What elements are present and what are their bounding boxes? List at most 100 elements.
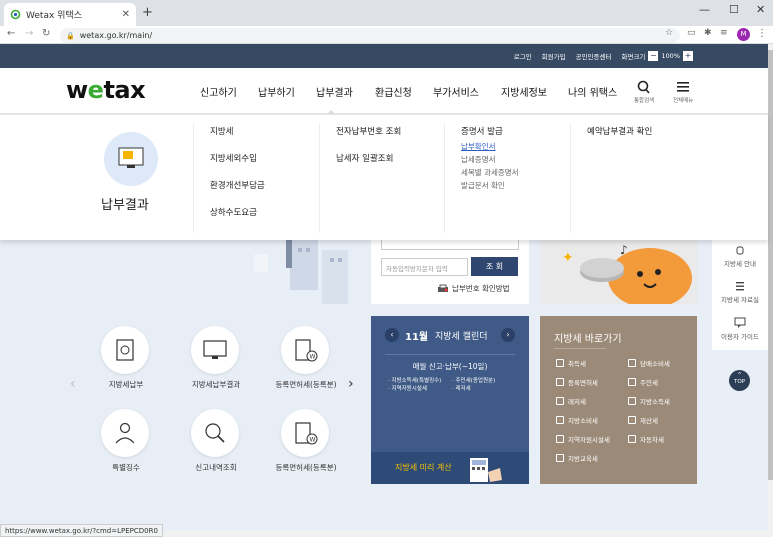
quick-registration-tax-2[interactable]: W	[281, 409, 329, 457]
bookmark-star-icon[interactable]: ☆	[665, 28, 673, 38]
cert-center-link[interactable]: 공인인증센터	[576, 51, 612, 61]
quick-registration-tax[interactable]: W	[281, 326, 329, 374]
quick-local-tax-result[interactable]	[191, 326, 239, 374]
zoom-value: 100%	[661, 52, 680, 60]
quick-local-tax-pay[interactable]	[101, 326, 149, 374]
shortcut-tobacco-tax[interactable]: 담배소비세	[628, 358, 670, 368]
minimize-icon[interactable]: —	[699, 3, 710, 16]
promo-banner[interactable]: ♪ ✦	[540, 240, 697, 304]
menu-local-tax[interactable]: 지방세	[210, 125, 233, 137]
menu-certificates[interactable]: 증명서 발급	[461, 125, 503, 137]
character-illustration: ♪ ✦	[540, 240, 697, 304]
lock-icon: 🔒	[66, 31, 75, 40]
svg-text:W: W	[310, 437, 316, 444]
gnb-refund[interactable]: 환급신청	[375, 84, 412, 99]
tab-title: Wetax 위택스	[26, 11, 82, 21]
payment-number-help-link[interactable]: 납부번호 확인방법	[437, 283, 510, 294]
gnb-pay[interactable]: 납부하기	[258, 84, 295, 99]
quick-report-history[interactable]	[191, 409, 239, 457]
shortcut-resident-tax[interactable]: 주민세	[628, 377, 658, 387]
forward-icon[interactable]: →	[25, 28, 33, 39]
close-window-icon[interactable]: ✕	[756, 3, 765, 16]
menu-e-payment-number[interactable]: 전자납부번호 조회	[336, 125, 401, 137]
zoom-minus-button[interactable]: −	[648, 51, 659, 61]
shortcut-property-tax[interactable]: 재산세	[628, 415, 658, 425]
browser-tab[interactable]: Wetax 위택스 ✕	[4, 3, 136, 26]
zoom-plus-button[interactable]: +	[683, 51, 693, 61]
cigarette-icon	[628, 359, 636, 367]
menu-tax-certificate[interactable]: 납세증명서	[461, 154, 496, 165]
list-icon	[736, 282, 744, 291]
shortcut-car-tax[interactable]: 자동차세	[628, 434, 664, 444]
scroll-top-button[interactable]: ⌃ TOP	[729, 370, 750, 391]
wetax-logo[interactable]: wetax	[66, 76, 146, 104]
profile-avatar[interactable]: M	[737, 28, 750, 41]
gnb-my-wetax[interactable]: 나의 위택스	[568, 84, 617, 99]
all-menu[interactable]: 전체메뉴	[673, 80, 693, 104]
calendar-month: 11월	[405, 332, 429, 343]
building-icon: W	[295, 422, 318, 445]
quick-label: 등록면허세(등록분)	[275, 380, 337, 389]
printer-icon	[438, 284, 448, 292]
menu-taxpayer-batch[interactable]: 납세자 일괄조회	[336, 152, 393, 164]
chat-icon	[734, 317, 746, 328]
shortcut-registration-tax[interactable]: 등록면허세	[556, 377, 598, 387]
menu-environment-charge[interactable]: 환경개선부담금	[210, 179, 265, 191]
svg-text:W: W	[310, 354, 316, 361]
rside-local-tax-guide[interactable]: 지방세 안내	[712, 244, 768, 268]
shortcut-local-income-tax[interactable]: 지방소득세	[628, 396, 670, 406]
shortcut-acquisition-tax[interactable]: 취득세	[556, 358, 586, 368]
search-button[interactable]: 조 회	[471, 257, 518, 276]
integrated-search[interactable]: 통합검색	[634, 80, 654, 104]
rside-local-tax-library[interactable]: 지방세 자료실	[712, 280, 768, 304]
zoom-label: 화면크기	[621, 53, 646, 61]
reload-icon[interactable]: ↻	[42, 28, 50, 39]
menu-document-verify[interactable]: 발급문서 확인	[461, 180, 505, 191]
gnb-pay-result[interactable]: 납부결과	[316, 84, 353, 99]
shortcut-regional-resource-tax[interactable]: 지역자원시설세	[556, 434, 610, 444]
svg-text:♪: ♪	[620, 243, 628, 257]
menu-tax-item-certificate[interactable]: 세목별 과세증명서	[461, 167, 519, 178]
captcha-input[interactable]: 자동입력방지문자 입력	[381, 258, 468, 276]
quick-special-withholding[interactable]	[101, 409, 149, 457]
url-field[interactable]: 🔒 wetax.go.kr/main/	[60, 28, 680, 43]
menu-payment-confirmation[interactable]: 납부확인서	[461, 141, 496, 152]
mega-menu-title: 납부결과	[101, 198, 149, 213]
gnb-local-tax-info[interactable]: 지방세정보	[501, 84, 547, 99]
join-link[interactable]: 회원가입	[542, 51, 566, 61]
calendar-items-left: · 지방소득세(특별징수) · 지역자원시설세	[388, 378, 442, 392]
utility-bar: 로그인 회원가입 공인인증센터 화면크기 − 100% +	[0, 44, 768, 68]
menu-non-tax-revenue[interactable]: 지방세외수입	[210, 152, 257, 164]
new-tab-icon[interactable]: +	[142, 5, 153, 20]
shortcut-local-consumption-tax[interactable]: 지방소비세	[556, 415, 598, 425]
reading-list-icon[interactable]: ≡	[720, 28, 728, 38]
chevron-up-icon: ⌃	[736, 371, 743, 379]
calendar-prev-button[interactable]: ‹	[385, 328, 399, 342]
calendar-next-button[interactable]: ›	[501, 328, 515, 342]
gnb-report[interactable]: 신고하기	[200, 84, 237, 99]
gnb-additional[interactable]: 부가서비스	[433, 84, 479, 99]
maximize-icon[interactable]: ☐	[729, 3, 739, 16]
payment-number-input[interactable]	[381, 240, 519, 250]
tab-close-icon[interactable]: ✕	[122, 9, 130, 20]
cast-icon[interactable]: ▭	[687, 28, 696, 38]
browser-menu-icon[interactable]: ⋮	[757, 28, 767, 39]
menu-water-charge[interactable]: 상하수도요금	[210, 206, 257, 218]
wetax-favicon-icon	[10, 9, 21, 20]
quick-label: 지방세납부결과	[191, 380, 241, 389]
graduation-cap-icon	[556, 454, 564, 462]
rside-user-guide[interactable]: 이용자 가이드	[712, 317, 768, 341]
menu-reserved-payment-result[interactable]: 예약납부결과 확인	[587, 125, 652, 137]
money-bag-icon	[736, 246, 744, 255]
extensions-icon[interactable]: ✱	[704, 28, 712, 38]
shortcut-local-education-tax[interactable]: 지방교육세	[556, 453, 598, 463]
vertical-scroll-thumb[interactable]	[768, 50, 773, 480]
back-icon[interactable]: ←	[7, 28, 15, 39]
city-illustration	[254, 238, 348, 304]
login-link[interactable]: 로그인	[514, 51, 532, 61]
resident-icon	[628, 378, 636, 386]
calendar-subtitle: 매월 신고·납부(~10일)	[412, 362, 488, 371]
quick-prev-arrow[interactable]: ‹	[70, 376, 76, 392]
shortcut-leisure-tax[interactable]: 레저세	[556, 396, 586, 406]
quick-label: 신고내역조회	[195, 463, 237, 472]
